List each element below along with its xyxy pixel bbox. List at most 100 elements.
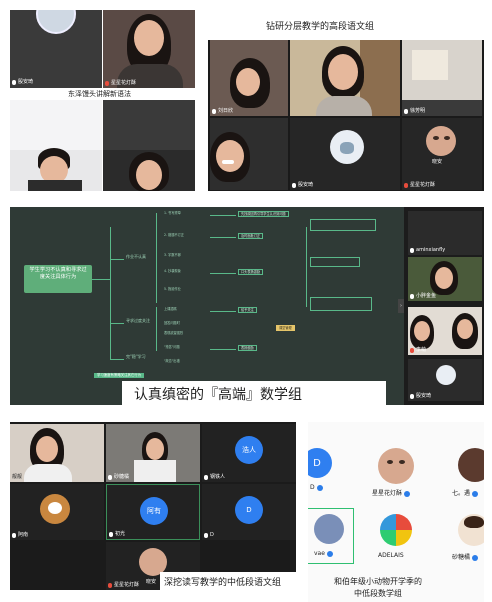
participant-name: 靓靓 [12,474,23,480]
participant-name: 钢铁人 [204,474,225,481]
user-avatar: 阿有 [140,497,168,525]
video-tile[interactable]: aminxianfly [408,211,482,255]
avatar-name: 晓安 [146,579,157,585]
video-tile[interactable]: 阿有 初光 [106,484,200,540]
mic-icon [105,81,109,86]
mindmap-node[interactable]: 5. 拖延作业 [164,287,181,291]
user-avatar: 浩人 [235,436,263,464]
mindmap-box[interactable]: 先找原因再引导学生认识到问题 [238,211,289,217]
participant-name: 砂糖橘 [108,474,129,481]
participant-name: 小胖金鱼 [410,293,436,300]
mindmap-node[interactable]: 4. 抄袭现象 [164,269,181,273]
member-name: 七。遇 [452,488,479,497]
participant-name: 徐芳明 [404,108,425,115]
panel-caption: 中低段数学组 [354,589,402,598]
mindmap-box[interactable]: 表扬鼓励 [238,345,257,351]
mindmap-node[interactable]: 2. 错题不订正 [164,233,184,237]
participant-name: 星星花灯酥 [404,182,435,189]
participant-name: 刘日欣 [212,108,233,115]
participant-face [435,267,453,289]
mindmap-node[interactable]: "故意"出错 [164,359,180,363]
member-avatar[interactable] [380,514,412,546]
verified-icon [316,484,323,491]
mindmap-center-node[interactable]: 学生学习不认真和寻求过度关注具体行为 [24,265,92,293]
mindmap-footer-node[interactable]: 学习速度有策略关注其它行为 [94,373,145,378]
video-tile[interactable]: 徐芳明 [402,40,482,116]
meeting-panel-bottom-left: 靓靓 砂糖橘 浩人 钢铁人 阿南 阿有 初光 D D 晓安 星星花灯酥 深挖读写… [10,422,296,590]
video-tile[interactable]: 浩人 钢铁人 [202,424,296,482]
member-name: ADELAIS [378,552,404,559]
mindmap-node[interactable]: "抢答"问题 [164,345,180,349]
mindmap-branch[interactable]: 完"稳"学习 [126,355,146,359]
member-avatar[interactable]: D [308,448,332,478]
participant-name: D [204,532,214,539]
participant-name: 殷安琦 [292,182,313,189]
video-tile[interactable] [103,100,195,191]
video-tile[interactable]: 砂糖橘 [106,424,200,482]
meeting-panel-bottom-right: D D 星星花灯酥 七。遇 vae ADELAIS 砂糖橘 和伯年级小动物开学季… [308,422,484,602]
mindmap-box[interactable]: 给予关注 [238,307,257,313]
verified-icon [472,490,479,497]
participant-face [134,20,164,56]
mindmap-branch[interactable]: 寻求过度关注 [126,319,150,323]
video-tile[interactable] [210,118,288,190]
participant-face [216,140,244,172]
verified-icon [326,550,333,557]
video-tile[interactable]: 殷安琦 [408,359,482,401]
participant-name: 星星花灯酥 [108,582,139,589]
user-avatar [436,365,456,385]
video-tile[interactable]: 晓安 星星花灯酥 [402,118,482,190]
panel-caption: 东泽馒头讲解新语法 [68,90,131,98]
member-name: D [310,484,323,491]
video-tile[interactable]: 阿南 [10,484,104,540]
mindmap-box[interactable]: 课堂管理 [276,325,295,331]
sidebar-collapse-button[interactable]: › [398,299,404,313]
video-tile[interactable]: 星星花灯酥 [103,10,195,88]
meeting-panel-mindmap: 学生学习不认真和寻求过度关注具体行为 作业不认真 寻求过度关注 完"稳"学习 1… [10,207,484,405]
user-avatar [426,126,456,156]
video-tile[interactable]: 靓靓 [10,424,104,482]
mindmap-node[interactable]: 表现欲望强烈 [164,331,183,335]
mic-icon [12,80,16,85]
video-tile[interactable]: 殷安琦 [10,10,102,88]
video-tile[interactable]: 李萌 [408,307,482,355]
member-name: vae [314,550,333,557]
member-name: 星星花灯酥 [372,488,411,497]
mindmap-box[interactable] [310,297,372,311]
mindmap-box[interactable] [310,219,376,231]
mindmap-node[interactable]: 上课插嘴 [164,307,177,311]
video-tile[interactable]: D D [202,484,296,540]
participant-face [146,438,164,460]
participant-name: 初光 [109,531,125,538]
video-tile[interactable] [10,100,102,191]
mindmap-canvas[interactable]: 学生学习不认真和寻求过度关注具体行为 作业不认真 寻求过度关注 完"稳"学习 1… [10,207,402,379]
mindmap-node[interactable]: 回答问题时 [164,321,180,325]
participant-name: 星星花灯酥 [105,80,136,87]
video-tile[interactable]: 小胖金鱼 [408,257,482,301]
user-avatar: D [235,496,263,524]
participant-name: 殷安琦 [410,393,431,400]
mindmap-node[interactable]: 1. 书写潦草 [164,211,181,215]
participant-sidebar: › aminxianfly 小胖金鱼 李萌 殷安琦 [398,207,484,405]
mindmap-node[interactable]: 3. 字数不够 [164,253,181,257]
participant-face [36,436,58,462]
verified-icon [472,554,479,561]
meeting-panel-top-left: 殷安琦 星星花灯酥 东泽馒头讲解新语法 [10,10,195,191]
participant-face [457,319,473,339]
mindmap-box[interactable]: 口头表扬激励 [238,269,264,275]
participant-face [136,160,162,190]
mindmap-box[interactable] [310,257,360,267]
member-avatar[interactable] [458,448,484,482]
video-tile[interactable]: 刘日欣 [210,40,288,116]
video-tile[interactable]: 殷安琦 [290,118,400,190]
participant-face [236,68,260,96]
member-avatar[interactable] [314,514,344,544]
member-name: 砂糖橘 [452,552,479,561]
member-avatar[interactable] [378,448,414,484]
participant-name: 李萌 [410,347,426,354]
video-tile[interactable] [290,40,400,116]
participant-face [328,54,358,90]
mindmap-box[interactable]: 及时面批订正 [238,233,264,239]
mindmap-branch[interactable]: 作业不认真 [126,255,146,259]
participant-name: 殷安琦 [12,79,33,86]
